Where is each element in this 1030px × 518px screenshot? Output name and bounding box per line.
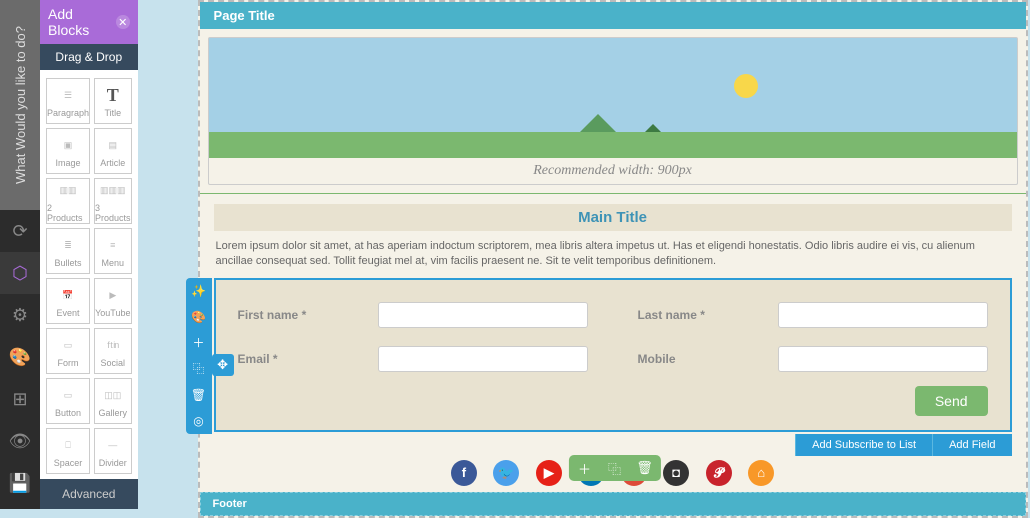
pinterest-icon[interactable]: 𝓟: [706, 460, 732, 486]
block-toolstrip: ✨ 🎨 ＋ ⿻ 🗑 ◎: [186, 278, 212, 434]
sidebar-section-drag[interactable]: Drag & Drop: [40, 44, 138, 70]
nav-grid-icon[interactable]: ⊞: [0, 378, 40, 420]
form-icon: ▭: [64, 334, 73, 356]
tool-palette-icon[interactable]: 🎨: [186, 304, 212, 330]
body-paragraph[interactable]: Lorem ipsum dolor sit amet, at has aperi…: [214, 231, 1012, 278]
home-icon[interactable]: ⌂: [748, 460, 774, 486]
close-icon[interactable]: ✕: [116, 15, 130, 29]
email-input[interactable]: [378, 346, 588, 372]
block-youtube[interactable]: ▶YouTube: [94, 278, 132, 324]
hero-image-block[interactable]: Recommended width: 900px: [208, 37, 1018, 185]
first-name-label: First name *: [238, 308, 328, 322]
block-form[interactable]: ▭Form: [46, 328, 90, 374]
two-products-icon: ▥▥: [60, 179, 77, 201]
block-gallery[interactable]: ◫◫Gallery: [94, 378, 132, 424]
youtube-icon: ▶: [109, 284, 116, 306]
block-button[interactable]: ▭Button: [46, 378, 90, 424]
last-name-input[interactable]: [778, 302, 988, 328]
floating-action-bar: ＋ ⿻ 🗑: [568, 455, 660, 481]
nav-theme-icon[interactable]: 🎨: [0, 336, 40, 378]
move-handle-icon[interactable]: ✥: [212, 354, 234, 376]
block-2products[interactable]: ▥▥2 Products: [46, 178, 90, 224]
block-menu[interactable]: ≡Menu: [94, 228, 132, 274]
nav-settings-icon[interactable]: ⚙: [0, 294, 40, 336]
page-footer[interactable]: Footer: [200, 492, 1026, 516]
twitter-icon[interactable]: 🐦: [493, 460, 519, 486]
editor-canvas: Page Title Recommended width: 900px Main…: [138, 0, 1030, 509]
block-event[interactable]: 📅Event: [46, 278, 90, 324]
page-outline: Page Title Recommended width: 900px Main…: [198, 0, 1028, 518]
mobile-label: Mobile: [638, 352, 728, 366]
main-content: Main Title Lorem ipsum dolor sit amet, a…: [200, 194, 1026, 492]
three-products-icon: ▥▥▥: [100, 179, 126, 201]
nav-save-icon[interactable]: 💾: [0, 462, 40, 504]
title-icon: T: [107, 84, 119, 106]
page-title-bar[interactable]: Page Title: [200, 2, 1026, 29]
image-icon: ▣: [64, 134, 73, 156]
help-prompt: What Would you like to do?: [0, 0, 40, 210]
email-label: Email *: [238, 352, 328, 366]
article-icon: ▤: [109, 134, 118, 156]
hero-caption: Recommended width: 900px: [209, 158, 1017, 184]
send-row: Send: [238, 386, 988, 416]
send-button[interactable]: Send: [915, 386, 988, 416]
facebook-icon[interactable]: f: [451, 460, 477, 486]
add-subscribe-button[interactable]: Add Subscribe to List: [795, 434, 932, 456]
nav-preview-icon[interactable]: 👁: [0, 420, 40, 462]
divider-icon: —: [108, 434, 117, 456]
help-prompt-label: What Would you like to do?: [13, 26, 28, 184]
block-paragraph[interactable]: ☰Paragraph: [46, 78, 90, 124]
block-image[interactable]: ▣Image: [46, 128, 90, 174]
last-name-label: Last name *: [638, 308, 728, 322]
blocks-grid: ☰Paragraph TTitle ▣Image ▤Article ▥▥2 Pr…: [40, 70, 138, 479]
main-title[interactable]: Main Title: [214, 204, 1012, 231]
form-block-wrapper: ✨ 🎨 ＋ ⿻ 🗑 ◎ ✥ First name * Last name * E…: [214, 278, 1012, 432]
grass-shape: [209, 132, 1017, 158]
social-icon: f t in: [107, 334, 118, 356]
block-article[interactable]: ▤Article: [94, 128, 132, 174]
fab-trash-icon[interactable]: 🗑: [633, 458, 655, 478]
fab-duplicate-icon[interactable]: ⿻: [603, 458, 625, 478]
menu-icon: ≡: [110, 234, 115, 256]
mobile-input[interactable]: [778, 346, 988, 372]
form-grid: First name * Last name * Email * Mobile: [238, 302, 988, 372]
block-title[interactable]: TTitle: [94, 78, 132, 124]
sun-icon: [734, 74, 758, 98]
tool-duplicate-icon[interactable]: ⿻: [186, 356, 212, 382]
youtube-icon[interactable]: ▶: [536, 460, 562, 486]
block-spacer[interactable]: ⎕Spacer: [46, 428, 90, 474]
button-icon: ▭: [64, 384, 73, 406]
tool-add-icon[interactable]: ＋: [186, 330, 212, 356]
block-bullets[interactable]: ≣Bullets: [46, 228, 90, 274]
add-field-button[interactable]: Add Field: [932, 434, 1011, 456]
nav-sync-icon[interactable]: ⟳: [0, 210, 40, 252]
tool-trash-icon[interactable]: 🗑: [186, 382, 212, 408]
sidebar-title: Add Blocks: [48, 6, 116, 38]
form-block[interactable]: First name * Last name * Email * Mobile …: [214, 278, 1012, 432]
block-social[interactable]: f t inSocial: [94, 328, 132, 374]
first-name-input[interactable]: [378, 302, 588, 328]
spacer-icon: ⎕: [65, 434, 70, 456]
instagram-icon[interactable]: ◘: [663, 460, 689, 486]
fab-add-icon[interactable]: ＋: [573, 458, 595, 478]
app-vertical-nav: What Would you like to do? ⟳ ⬡ ⚙ 🎨 ⊞ 👁 💾: [0, 0, 40, 509]
paragraph-icon: ☰: [64, 84, 72, 106]
tool-magic-icon[interactable]: ✨: [186, 278, 212, 304]
block-divider[interactable]: —Divider: [94, 428, 132, 474]
block-3products[interactable]: ▥▥▥3 Products: [94, 178, 132, 224]
sidebar-section-advanced[interactable]: Advanced: [40, 479, 138, 509]
gallery-icon: ◫◫: [104, 384, 121, 406]
sidebar-header: Add Blocks ✕: [40, 0, 138, 44]
tool-target-icon[interactable]: ◎: [186, 408, 212, 434]
add-blocks-sidebar: Add Blocks ✕ Drag & Drop ☰Paragraph TTit…: [40, 0, 138, 509]
form-block-actions: Add Subscribe to List Add Field: [795, 434, 1011, 456]
bullets-icon: ≣: [64, 234, 72, 256]
nav-blocks-icon[interactable]: ⬡: [0, 252, 40, 294]
calendar-icon: 📅: [62, 284, 73, 306]
